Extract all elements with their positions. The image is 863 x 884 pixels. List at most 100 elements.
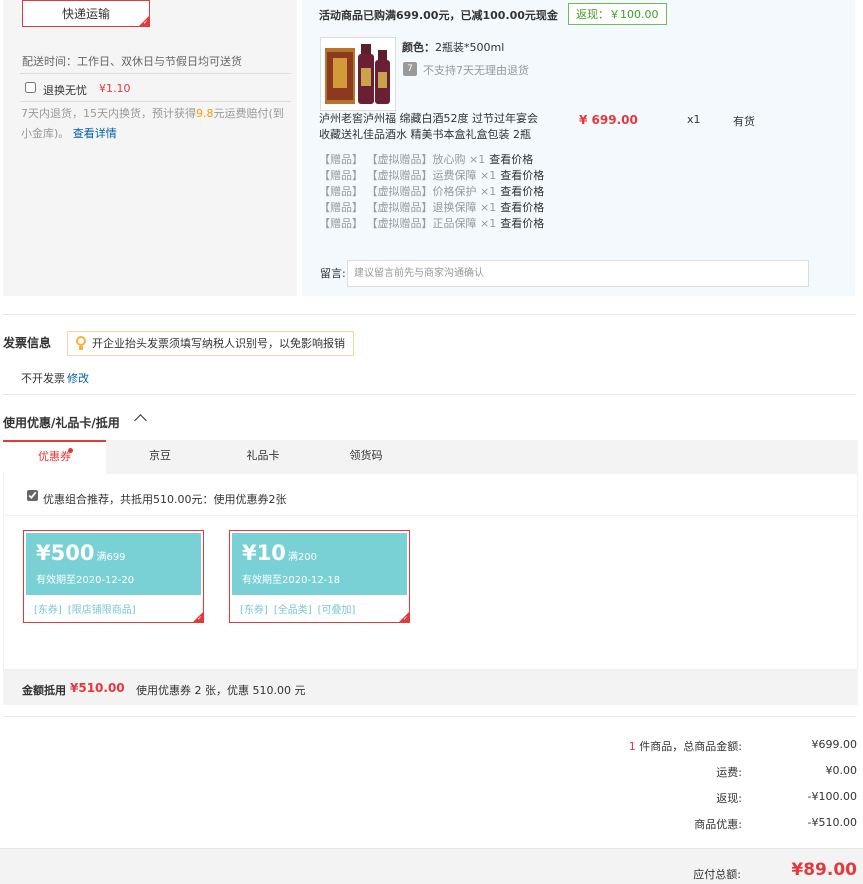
divider [20, 73, 291, 74]
invoice-title: 发票信息 [3, 336, 52, 350]
gift-item: 【赠品】 【虚拟赠品】退换保障 ×1 查看价格 [319, 200, 544, 216]
delivery-time: 配送时间：工作日、双休日与节假日均可送货 [22, 55, 242, 68]
coupon-face: ¥500 满699 有效期至2020-12-20 [26, 533, 201, 595]
product-discount-value: -¥510.00 [807, 816, 857, 829]
view-price-link[interactable]: 查看价格 [500, 217, 544, 230]
gift-tag: 【赠品】 [319, 169, 363, 182]
shipping-panel [3, 0, 297, 296]
lightbulb-base [79, 346, 83, 350]
chevron-up-icon[interactable] [134, 414, 147, 427]
tab-label: 领货码 [349, 449, 383, 462]
discount-amount: ¥510.00 [70, 681, 125, 695]
coupon-tags: [东券] [限店铺限商品] [34, 601, 142, 616]
return-worry-free-checkbox[interactable] [25, 82, 36, 93]
tab-label: 京豆 [149, 449, 171, 462]
coupon-card[interactable]: ¥500 满699 有效期至2020-12-20 [东券] [限店铺限商品] ✓ [23, 530, 204, 623]
coupon-tag: [东券] [34, 605, 62, 616]
gift-name: 【虚拟赠品】退换保障 ×1 [366, 201, 497, 214]
coupon-tag: [限店铺限商品] [67, 605, 136, 616]
check-icon: ✓ [196, 615, 202, 622]
coupon-card[interactable]: ¥10 满200 有效期至2020-12-18 [东券] [全品类] [可叠加] ✓ [229, 530, 410, 623]
coupon-value: ¥10 [242, 541, 286, 565]
gift-item: 【赠品】 【虚拟赠品】正品保障 ×1 查看价格 [319, 216, 544, 232]
color-key: 颜色： [402, 41, 435, 54]
payable-label: 应付总额: [693, 868, 741, 881]
promo-text: 活动商品已购满699.00元，已减100.00元现金 [319, 9, 558, 22]
coupon-threshold: 满200 [287, 552, 317, 563]
view-price-link[interactable]: 查看价格 [500, 201, 544, 214]
gift-name: 【虚拟赠品】放心购 ×1 [366, 153, 486, 166]
stock-status: 有货 [733, 115, 755, 128]
coupon-section-title[interactable]: 使用优惠/礼品卡/抵用 [3, 414, 120, 431]
express-shipping-button[interactable]: 快递运输 ✓ [22, 0, 150, 27]
invoice-tip: 开企业抬头发票须填写纳税人识别号，以免影响报销 [67, 331, 354, 356]
message-input[interactable] [347, 260, 809, 287]
coupon-expiry: 有效期至2020-12-20 [36, 575, 135, 586]
check-icon: ✓ [402, 615, 408, 622]
freight-label: 运费: [716, 766, 742, 779]
product-price: ¥ 699.00 [579, 113, 638, 127]
tab-label: 优惠券 [38, 450, 71, 463]
tab-gift-card[interactable]: 礼品卡 [214, 440, 312, 474]
return-worry-free-label: 退换无忧 [43, 84, 87, 97]
message-label: 留言: [320, 267, 346, 280]
return-worry-free-price: ¥1.10 [99, 82, 131, 95]
invoice-tip-text: 开企业抬头发票须填写纳税人识别号，以免影响报销 [92, 337, 345, 350]
discount-description: 使用优惠券 2 张，优惠 510.00 元 [136, 684, 306, 697]
goods-total-label: 1 件商品，总商品金额: [629, 738, 742, 754]
payable-amount: ¥89.00 [791, 860, 857, 880]
gift-tag: 【赠品】 [319, 201, 363, 214]
coupon-tag: [可叠加] [317, 605, 356, 616]
rebate-label: 返现: [716, 792, 742, 805]
express-label: 快递运输 [61, 7, 110, 21]
gift-item: 【赠品】 【虚拟赠品】放心购 ×1 查看价格 [319, 152, 544, 168]
view-price-link[interactable]: 查看价格 [500, 185, 544, 198]
lightbulb-icon [76, 336, 86, 346]
coupon-face: ¥10 满200 有效期至2020-12-18 [232, 533, 407, 595]
coupon-tag: [全品类] [273, 605, 312, 616]
gift-tag: 【赠品】 [319, 185, 363, 198]
coupon-tag: [东券] [240, 605, 268, 616]
tab-redeem-code[interactable]: 领货码 [312, 440, 420, 474]
coupon-expiry: 有效期至2020-12-18 [242, 575, 341, 586]
combo-recommend-text: 优惠组合推荐，共抵用510.00元：使用优惠券2张 [43, 493, 287, 506]
gift-list: 【赠品】 【虚拟赠品】放心购 ×1 查看价格 【赠品】 【虚拟赠品】运费保障 ×1… [319, 152, 544, 232]
return-description: 7天内退货，15天内换货，预计获得9.8元运费赔付(到小金库)。 查看详情 [21, 104, 291, 144]
discount-summary-bar [3, 670, 858, 705]
notification-dot [68, 448, 73, 453]
return-desc-highlight: 9.8 [196, 107, 214, 120]
color-value: 2瓶装*500ml [435, 41, 505, 54]
product-name[interactable]: 泸州老窖泸州福 绵藏白酒52度 过节过年宴会收藏送礼佳品酒水 精美书本盒礼盒包装… [319, 111, 541, 143]
view-price-link[interactable]: 查看价格 [489, 153, 533, 166]
discount-label: 金额抵用 [22, 684, 66, 697]
rebate-badge: 返现：￥100.00 [568, 3, 667, 25]
divider [20, 101, 291, 102]
return-desc-text: 7天内退货，15天内换货，预计获得 [21, 107, 196, 120]
coupon-tags: [东券] [全品类] [可叠加] [240, 601, 361, 616]
coupon-amount: ¥500 满699 [36, 541, 126, 565]
coupon-value: ¥500 [36, 541, 95, 565]
product-image[interactable] [320, 37, 396, 111]
gift-name: 【虚拟赠品】正品保障 ×1 [366, 217, 497, 230]
view-details-link[interactable]: 查看详情 [73, 127, 117, 140]
gift-item: 【赠品】 【虚拟赠品】价格保护 ×1 查看价格 [319, 184, 544, 200]
divider [3, 394, 856, 395]
coupon-threshold: 满699 [96, 552, 126, 563]
invoice-status: 不开发票 [21, 372, 65, 385]
invoice-edit-link[interactable]: 修改 [67, 370, 89, 386]
item-count: 1 [628, 740, 636, 753]
gift-tag: 【赠品】 [319, 153, 363, 166]
tab-label: 礼品卡 [246, 449, 280, 462]
coupon-amount: ¥10 满200 [242, 541, 317, 565]
gift-name: 【虚拟赠品】价格保护 ×1 [366, 185, 497, 198]
tab-coupons[interactable]: 优惠券 [3, 440, 106, 474]
view-price-link[interactable]: 查看价格 [500, 169, 544, 182]
divider [3, 314, 856, 315]
gift-name: 【虚拟赠品】运费保障 ×1 [366, 169, 497, 182]
tab-jingdou[interactable]: 京豆 [106, 440, 214, 474]
gift-item: 【赠品】 【虚拟赠品】运费保障 ×1 查看价格 [319, 168, 544, 184]
combo-recommend-checkbox[interactable] [27, 490, 38, 501]
product-thumbnail-graphic [321, 38, 395, 110]
item-count-suffix: 件商品，总商品金额: [639, 740, 742, 753]
no-7-day-return-text: 不支持7天无理由退货 [423, 64, 529, 77]
